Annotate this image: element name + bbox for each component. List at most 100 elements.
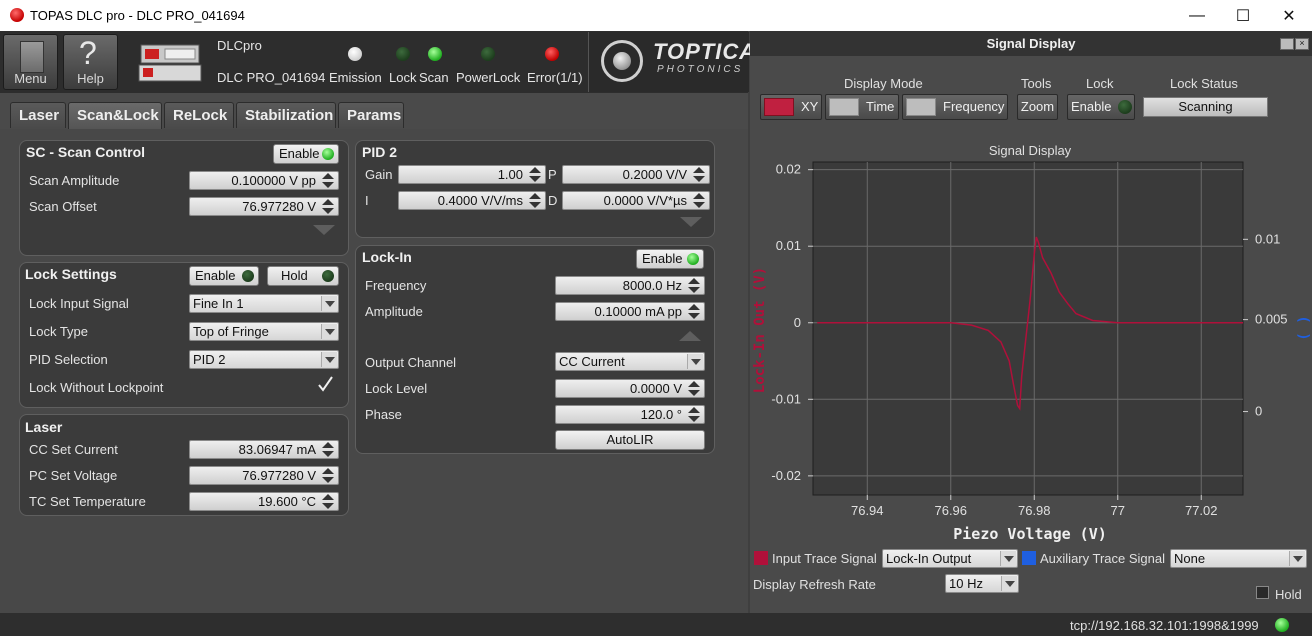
expand-arrow-icon[interactable] — [679, 331, 701, 341]
aux-trace-value: None — [1174, 551, 1206, 566]
collapse-arrow-icon[interactable] — [313, 225, 335, 235]
spin-arrows-icon[interactable] — [690, 192, 708, 209]
tab-scan-lock[interactable]: Scan&Lock — [68, 102, 162, 129]
lock-enable-led — [242, 270, 254, 282]
refresh-rate-value: 10 Hz — [949, 576, 983, 591]
frequency-mode-button[interactable]: Frequency — [902, 94, 1008, 120]
scan-offset-input[interactable]: 76.977280 V — [189, 197, 339, 216]
maximize-button[interactable]: ☐ — [1220, 0, 1266, 31]
lockin-amplitude-label: Amplitude — [365, 304, 423, 319]
signal-chart-svg: Signal Display 76.94 76.96 76.98 77 77.02 0.0… — [750, 140, 1312, 548]
logo-sub: PHOTONICS — [657, 64, 744, 75]
x-tick-label: 76.94 — [851, 503, 884, 518]
xy-mode-button[interactable]: XY — [760, 94, 822, 120]
lock-enable-button[interactable]: Enable — [189, 266, 259, 286]
lockin-frequency-input[interactable]: 8000.0 Hz — [555, 276, 705, 295]
dropdown-arrow-icon[interactable] — [321, 324, 337, 339]
spin-arrows-icon[interactable] — [319, 441, 337, 458]
spin-arrows-icon[interactable] — [526, 166, 544, 183]
hold-button[interactable]: Hold — [267, 266, 339, 286]
x-tick-label: 77 — [1111, 503, 1125, 518]
pid2-d-input[interactable]: 0.0000 V/V*µs — [562, 191, 710, 210]
lock-settings-title: Lock Settings — [25, 266, 117, 282]
spin-arrows-icon[interactable] — [319, 198, 337, 215]
dropdown-arrow-icon[interactable] — [321, 296, 337, 311]
lock-enable-toggle[interactable]: Enable — [1067, 94, 1135, 120]
lockin-enable-button[interactable]: Enable — [636, 249, 704, 269]
hold-checkbox-label: Hold — [1275, 587, 1302, 602]
scan-amplitude-input[interactable]: 0.100000 V pp — [189, 171, 339, 190]
pid-selection-select[interactable]: PID 2 — [189, 350, 339, 369]
dropdown-arrow-icon[interactable] — [321, 352, 337, 367]
pid2-d-value: 0.0000 V/V*µs — [603, 193, 687, 208]
time-mode-button[interactable]: Time — [825, 94, 899, 120]
checkmark-icon — [318, 376, 333, 392]
close-button[interactable]: ✕ — [1266, 0, 1312, 31]
minimize-button[interactable]: — — [1174, 0, 1220, 31]
scan-amplitude-label: Scan Amplitude — [29, 173, 120, 188]
help-button[interactable]: ? Help — [63, 34, 118, 90]
refresh-rate-select[interactable]: 10 Hz — [945, 574, 1019, 593]
frequency-mode-label: Frequency — [943, 99, 1005, 114]
lock-without-lockpoint-label: Lock Without Lockpoint — [29, 380, 164, 395]
spin-arrows-icon[interactable] — [685, 380, 703, 397]
lockin-frequency-label: Frequency — [365, 278, 427, 293]
lock-level-input[interactable]: 0.0000 V — [555, 379, 705, 398]
menu-button[interactable]: Menu — [3, 34, 58, 90]
pid-selection-label: PID Selection — [29, 352, 108, 367]
spin-arrows-icon[interactable] — [685, 406, 703, 423]
input-trace-value: Lock-In Output — [886, 551, 972, 566]
lock-level-label: Lock Level — [365, 381, 428, 396]
dropdown-arrow-icon[interactable] — [1001, 576, 1017, 591]
signal-chart[interactable]: Signal Display 76.94 76.96 76.98 77 77.02 0.0… — [750, 140, 1312, 548]
pid2-i-input[interactable]: 0.4000 V/V/ms — [398, 191, 546, 210]
spin-arrows-icon[interactable] — [319, 493, 337, 510]
spin-arrows-icon[interactable] — [685, 277, 703, 294]
tc-set-temperature-value: 19.600 °C — [258, 494, 316, 509]
dropdown-arrow-icon[interactable] — [1000, 551, 1016, 566]
hold-checkbox[interactable] — [1256, 586, 1269, 599]
close-panel-icon[interactable]: × — [1295, 38, 1309, 50]
dropdown-arrow-icon[interactable] — [1289, 551, 1305, 566]
spin-arrows-icon[interactable] — [690, 166, 708, 183]
error-indicator — [545, 47, 559, 61]
tc-set-temperature-input[interactable]: 19.600 °C — [189, 492, 339, 511]
lock-type-label: Lock Type — [29, 324, 89, 339]
tab-relock[interactable]: ReLock — [164, 102, 234, 128]
x-tick-label: 76.98 — [1018, 503, 1051, 518]
lock-input-select[interactable]: Fine In 1 — [189, 294, 339, 313]
spin-arrows-icon[interactable] — [526, 192, 544, 209]
spin-arrows-icon[interactable] — [319, 172, 337, 189]
spin-arrows-icon[interactable] — [685, 303, 703, 320]
pid2-gain-input[interactable]: 1.00 — [398, 165, 546, 184]
lock-without-lockpoint-checkbox[interactable] — [317, 376, 334, 393]
zoom-button[interactable]: Zoom — [1017, 94, 1058, 120]
tab-laser[interactable]: Laser — [10, 102, 66, 128]
lock-type-value: Top of Fringe — [193, 324, 269, 339]
lockin-amplitude-input[interactable]: 0.10000 mA pp — [555, 302, 705, 321]
pid2-p-input[interactable]: 0.2000 V/V — [562, 165, 710, 184]
tab-params[interactable]: Params — [338, 102, 404, 128]
pc-set-voltage-input[interactable]: 76.977280 V — [189, 466, 339, 485]
scan-enable-button[interactable]: Enable — [273, 144, 339, 164]
scan-offset-label: Scan Offset — [29, 199, 97, 214]
help-label: Help — [77, 71, 104, 86]
autolir-button[interactable]: AutoLIR — [555, 430, 705, 450]
output-channel-value: CC Current — [559, 354, 625, 369]
cc-set-current-input[interactable]: 83.06947 mA — [189, 440, 339, 459]
scan-enable-label: Enable — [279, 146, 320, 161]
lock-toggle-led — [1118, 100, 1132, 114]
spin-arrows-icon[interactable] — [319, 467, 337, 484]
aux-trace-select[interactable]: None — [1170, 549, 1307, 568]
tab-stabilization[interactable]: Stabilization — [236, 102, 336, 128]
dropdown-arrow-icon[interactable] — [687, 354, 703, 369]
output-channel-select[interactable]: CC Current — [555, 352, 705, 371]
error-label[interactable]: Error(1/1) — [527, 70, 583, 85]
phase-input[interactable]: 120.0 ° — [555, 405, 705, 424]
collapse-arrow-icon[interactable] — [680, 217, 702, 227]
emission-label: Emission — [329, 70, 382, 85]
time-mode-label: Time — [866, 99, 895, 114]
lock-type-select[interactable]: Top of Fringe — [189, 322, 339, 341]
input-trace-select[interactable]: Lock-In Output — [882, 549, 1018, 568]
undock-icon[interactable] — [1280, 38, 1294, 50]
